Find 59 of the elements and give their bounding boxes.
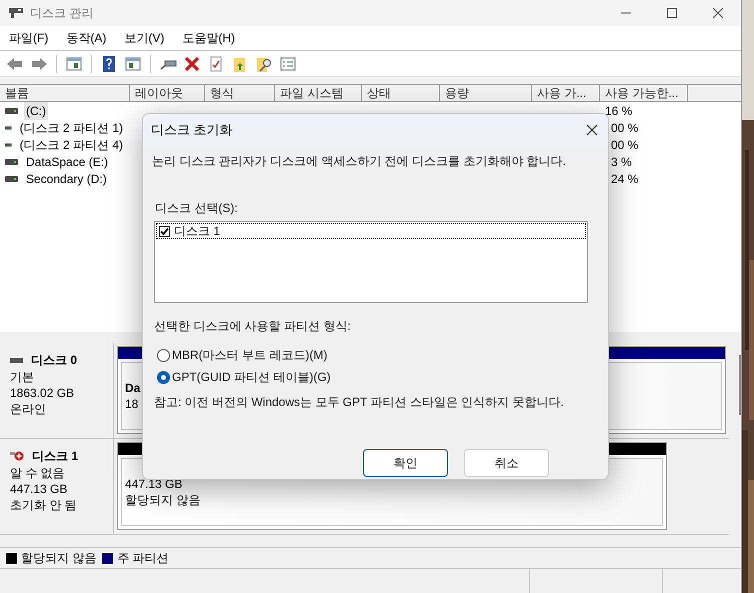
volume-name[interactable]: Secondary (D:) <box>24 170 109 188</box>
column-header[interactable]: 상태 <box>362 85 440 101</box>
radio-button[interactable] <box>157 370 170 384</box>
disk-list-label: 디스크 1 <box>174 223 220 240</box>
volume-name[interactable]: (C:) <box>24 102 48 120</box>
partition-info: Da <box>125 380 140 396</box>
disk-info: 온라인 <box>10 401 47 417</box>
format-label: 선택한 디스크에 사용할 파티션 형식: <box>154 318 352 335</box>
disk-name: 디스크 1 <box>32 448 78 465</box>
cancel-button[interactable]: 취소 <box>464 449 549 477</box>
menu-item[interactable]: 동작(A) <box>57 26 116 50</box>
partition-info: 18 <box>125 396 138 412</box>
column-header[interactable]: 사용 가... <box>532 85 600 101</box>
app-icon <box>8 6 24 20</box>
close-icon[interactable] <box>584 122 600 138</box>
drive-icon <box>5 176 18 182</box>
volume-name[interactable]: (디스크 2 파티션 4) <box>18 136 125 154</box>
legend-label: 할당되지 않음 <box>21 550 96 567</box>
dialog-message: 논리 디스크 관리자가 디스크에 액세스하기 전에 디스크를 초기화해야 합니다. <box>152 153 568 170</box>
note-text: 참고: 이전 버전의 Windows는 모두 GPT 파티션 스타일은 인식하지 못합니다. <box>154 394 565 411</box>
volume-name[interactable]: DataSpace (E:) <box>24 152 110 170</box>
disk-error-icon <box>10 450 24 462</box>
radio-option[interactable]: GPT(GUID 파티션 테이블)(G) <box>157 369 599 385</box>
menu-item[interactable]: 도움말(H) <box>173 26 244 50</box>
disk-name: 디스크 0 <box>31 352 78 369</box>
column-header[interactable]: 파일 시스템 <box>275 85 362 101</box>
drive-icon <box>5 108 18 114</box>
window-title: 디스크 관리 <box>30 5 94 22</box>
column-header[interactable]: 용량 <box>440 85 532 101</box>
list-label: 디스크 선택(S): <box>155 200 239 217</box>
radio-button[interactable] <box>157 348 170 362</box>
disk-info: 기본 <box>10 369 35 385</box>
column-header[interactable]: 사용 가능한... <box>600 85 688 101</box>
column-header[interactable]: 볼륨 <box>0 85 130 101</box>
table-cell-text: 00 % <box>610 136 638 154</box>
disk-info: 447.13 GB <box>10 481 68 497</box>
table-cell-text: 24 % <box>610 170 638 188</box>
table-cell-text: 00 % <box>610 120 638 136</box>
disk-list-item[interactable]: 디스크 1 <box>156 223 586 239</box>
checkbox[interactable] <box>159 226 170 236</box>
column-header[interactable]: 형식 <box>205 85 275 101</box>
legend-label: 주 파티션 <box>117 550 169 567</box>
drive-icon <box>5 124 12 130</box>
table-cell-text: 16 % <box>605 102 632 120</box>
column-header[interactable]: 레이아웃 <box>130 85 205 101</box>
menu-item[interactable]: 파일(F) <box>0 26 58 50</box>
table-cell-text: 3 % <box>610 154 632 170</box>
radio-option[interactable]: MBR(마스터 부트 레코드)(M) <box>157 347 599 363</box>
volume-name[interactable]: (디스크 2 파티션 1) <box>18 118 125 136</box>
disk-info: 1863.02 GB <box>10 385 76 401</box>
drive-icon <box>5 142 12 148</box>
ok-button[interactable]: 확인 <box>363 449 448 477</box>
partition-info: 할당되지 않음 <box>125 492 200 508</box>
dialog-title: 디스크 초기화 <box>151 120 233 139</box>
disk-info: 알 수 없음 <box>10 465 66 481</box>
menu-item[interactable]: 보기(V) <box>115 26 174 50</box>
drive-icon <box>5 158 18 164</box>
disk-info: 초기화 안 됨 <box>10 497 78 513</box>
partition-info: 447.13 GB <box>125 476 182 492</box>
